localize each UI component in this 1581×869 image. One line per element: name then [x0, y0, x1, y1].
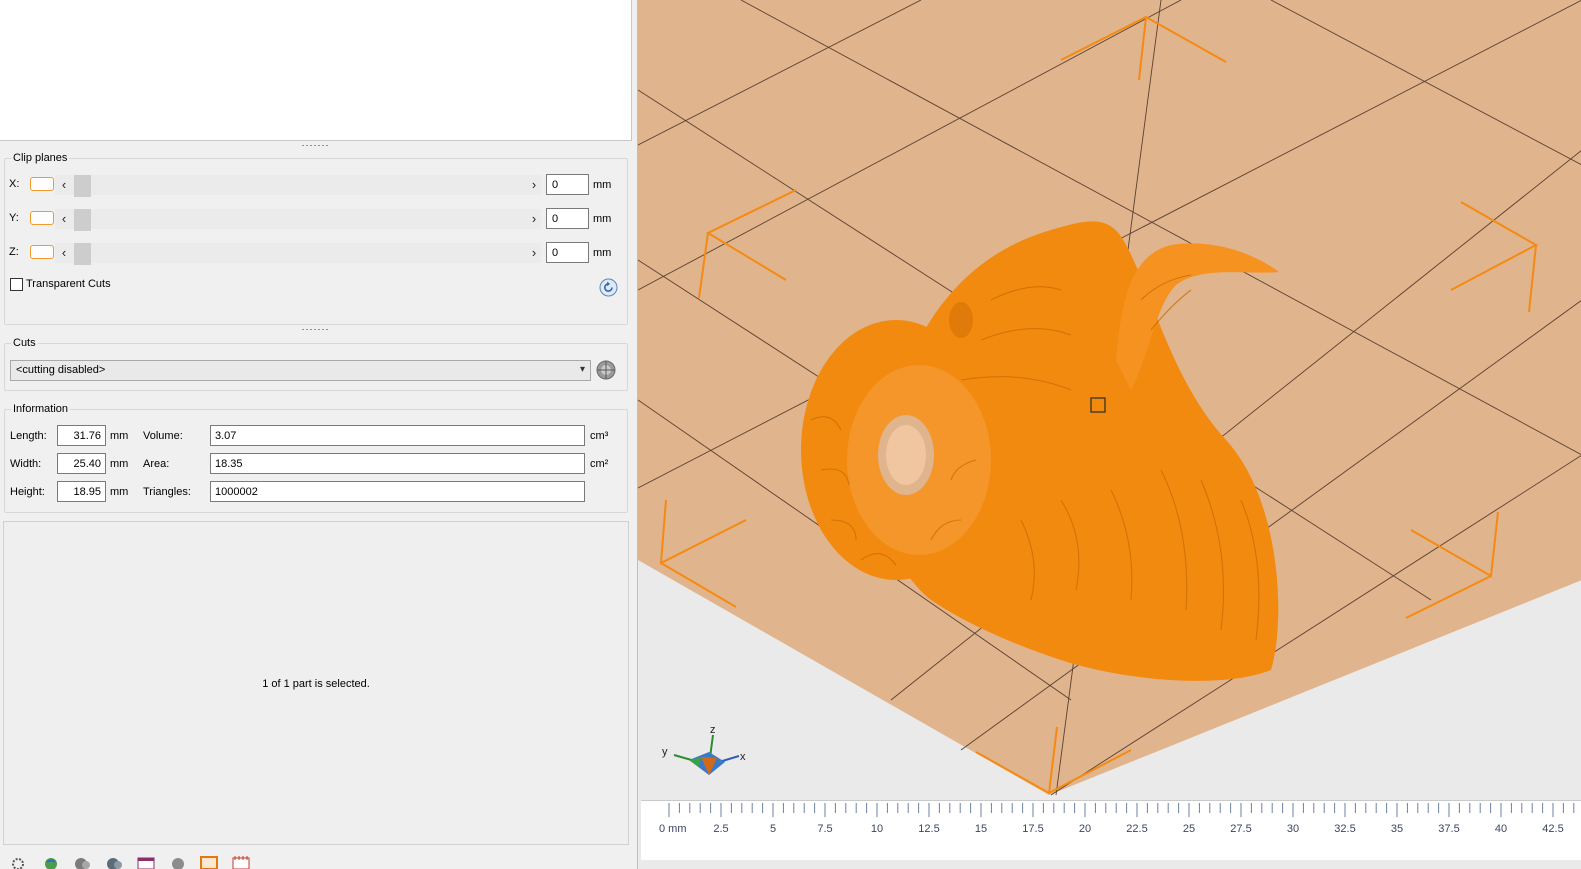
- clip-z-toggle[interactable]: [30, 245, 54, 259]
- ruler-label: 20: [1079, 823, 1091, 835]
- triangles-label: Triangles:: [143, 486, 191, 498]
- volume-value: 3.07: [210, 425, 585, 446]
- 3d-viewport[interactable]: z x y: [637, 0, 1581, 869]
- gizmo-y-label: y: [662, 746, 668, 758]
- cut-tool-icon[interactable]: [594, 358, 618, 382]
- clip-y-right-arrow[interactable]: ›: [528, 212, 540, 226]
- clip-x-left-arrow[interactable]: ‹: [58, 178, 70, 192]
- width-value: 25.40: [57, 453, 106, 474]
- selection-panel: 1 of 1 part is selected.: [3, 521, 629, 845]
- clip-x-slider-thumb[interactable]: [74, 175, 91, 197]
- reset-clip-icon[interactable]: [599, 278, 618, 297]
- ruler-label: 22.5: [1126, 823, 1147, 835]
- ruler-label: 7.5: [817, 823, 832, 835]
- length-value: 31.76: [57, 425, 106, 446]
- information-title: Information: [13, 403, 69, 415]
- clip-z-input[interactable]: [546, 242, 589, 263]
- ruler-label: 35: [1391, 823, 1403, 835]
- sphere-icon[interactable]: [72, 854, 92, 869]
- bottom-toolbar: [0, 850, 636, 869]
- chevron-down-icon: ▾: [579, 364, 585, 375]
- height-unit: mm: [110, 486, 129, 498]
- triangles-value: 1000002: [210, 481, 585, 502]
- ruler-label: 42.5: [1542, 823, 1563, 835]
- clip-y-left-arrow[interactable]: ‹: [58, 212, 70, 226]
- clip-x-label: X:: [9, 178, 20, 190]
- clip-plane-y-row: Y: ‹ › mm: [9, 208, 621, 231]
- gizmo-z-label: z: [710, 724, 716, 736]
- sphere-small-icon[interactable]: [168, 854, 188, 869]
- globe-icon[interactable]: [41, 854, 61, 869]
- gizmo-x-label: x: [740, 751, 746, 763]
- ruler-label: 15: [975, 823, 987, 835]
- frame-icon[interactable]: [199, 854, 219, 869]
- clip-plane-x-row: X: ‹ › mm: [9, 174, 621, 197]
- object-list-area[interactable]: [0, 0, 632, 141]
- clip-plane-z-row: Z: ‹ › mm: [9, 242, 621, 265]
- clip-y-toggle[interactable]: [30, 211, 54, 225]
- area-label: Area:: [143, 458, 170, 470]
- width-unit: mm: [110, 458, 129, 470]
- clip-z-slider-thumb[interactable]: [74, 243, 91, 265]
- clip-x-unit: mm: [593, 179, 612, 191]
- clip-y-unit: mm: [593, 213, 612, 225]
- ruler-label: 5: [770, 823, 776, 835]
- ruler-label: 10: [871, 823, 883, 835]
- area-unit: cm²: [590, 458, 609, 470]
- clip-y-input[interactable]: [546, 208, 589, 229]
- clip-y-slider-thumb[interactable]: [74, 209, 91, 231]
- length-label: Length:: [10, 430, 47, 442]
- ruler-label: 12.5: [918, 823, 939, 835]
- clip-x-right-arrow[interactable]: ›: [528, 178, 540, 192]
- selection-status-text: 1 of 1 part is selected.: [262, 678, 370, 690]
- clip-y-label: Y:: [9, 212, 19, 224]
- clip-z-label: Z:: [9, 246, 19, 258]
- ruler-label: 32.5: [1334, 823, 1355, 835]
- height-label: Height:: [10, 486, 45, 498]
- ruler-label: 37.5: [1438, 823, 1459, 835]
- cuts-dropdown[interactable]: <cutting disabled> ▾: [10, 360, 591, 381]
- clip-y-slider[interactable]: ‹ ›: [55, 209, 541, 231]
- splitter-handle-2[interactable]: [301, 328, 329, 331]
- clip-z-slider[interactable]: ‹ ›: [55, 243, 541, 265]
- width-label: Width:: [10, 458, 42, 470]
- ruler-label: 27.5: [1230, 823, 1251, 835]
- clip-z-unit: mm: [593, 247, 612, 259]
- sphere-dark-icon[interactable]: [104, 854, 124, 869]
- area-value: 18.35: [210, 453, 585, 474]
- ruler-label: 0 mm: [659, 823, 687, 835]
- transparent-cuts-label: Transparent Cuts: [26, 278, 111, 290]
- volume-label: Volume:: [143, 430, 183, 442]
- left-panel: Clip planes X: ‹ › mm Y: ‹ › mm Z: ‹ ›: [0, 0, 636, 869]
- clip-planes-title: Clip planes: [13, 152, 68, 164]
- cuts-dropdown-value: <cutting disabled>: [16, 364, 106, 376]
- ruler-label: 2.5: [713, 823, 728, 835]
- volume-unit: cm³: [590, 430, 609, 442]
- length-unit: mm: [110, 430, 129, 442]
- height-value: 18.95: [57, 481, 106, 502]
- ruler-label: 25: [1183, 823, 1195, 835]
- scene-canvas: z x y: [638, 0, 1581, 796]
- clip-z-right-arrow[interactable]: ›: [528, 246, 540, 260]
- ruler-label: 17.5: [1022, 823, 1043, 835]
- splitter-handle[interactable]: [301, 144, 329, 147]
- settings-icon[interactable]: [8, 854, 28, 869]
- clip-x-slider[interactable]: ‹ ›: [55, 175, 541, 197]
- calendar-red-icon[interactable]: [231, 854, 251, 869]
- transparent-cuts-checkbox[interactable]: [10, 278, 23, 291]
- ruler: 0 mm 2.5 5 7.5 10 12.5 15 17.5 20 22.5 25 27.5 30 32.…: [641, 800, 1581, 860]
- cuts-title: Cuts: [13, 337, 36, 349]
- clip-z-left-arrow[interactable]: ‹: [58, 246, 70, 260]
- axis-gizmo[interactable]: z x y: [662, 724, 746, 775]
- ruler-label: 40: [1495, 823, 1507, 835]
- ruler-label: 30: [1287, 823, 1299, 835]
- clip-x-input[interactable]: [546, 174, 589, 195]
- calendar-icon[interactable]: [136, 854, 156, 869]
- clip-x-toggle[interactable]: [30, 177, 54, 191]
- ruler-scale: 0 mm 2.5 5 7.5 10 12.5 15 17.5 20 22.5 25 27.5 30 32.…: [659, 803, 1575, 835]
